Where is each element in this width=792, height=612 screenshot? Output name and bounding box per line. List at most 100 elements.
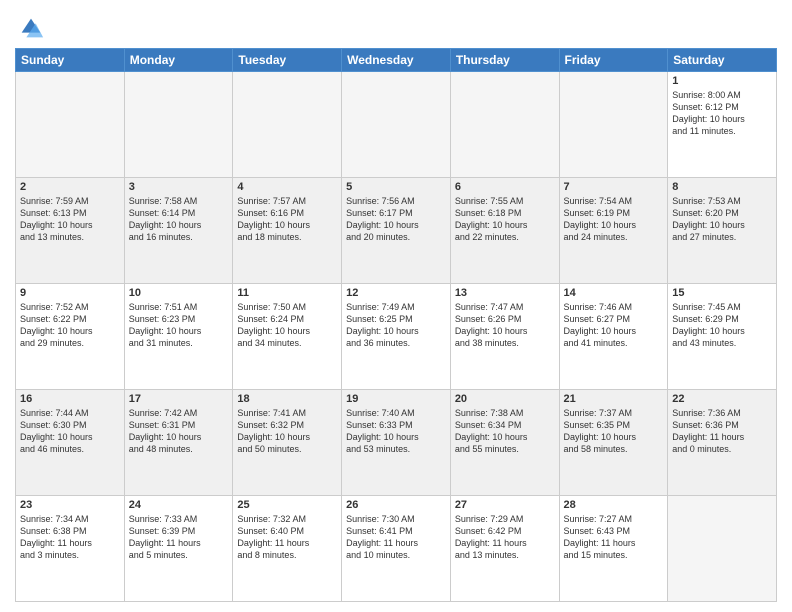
logo-icon [17, 14, 45, 42]
calendar-cell: 15Sunrise: 7:45 AM Sunset: 6:29 PM Dayli… [668, 284, 777, 390]
day-info: Sunrise: 7:47 AM Sunset: 6:26 PM Dayligh… [455, 301, 555, 350]
calendar-cell [450, 72, 559, 178]
calendar-cell [233, 72, 342, 178]
col-header-thursday: Thursday [450, 49, 559, 72]
day-info: Sunrise: 7:32 AM Sunset: 6:40 PM Dayligh… [237, 513, 337, 562]
calendar-cell [124, 72, 233, 178]
day-info: Sunrise: 7:42 AM Sunset: 6:31 PM Dayligh… [129, 407, 229, 456]
calendar-cell: 4 Sunrise: 7:57 AM Sunset: 6:16 PM Daylig… [233, 178, 342, 284]
day-number: 6 [455, 181, 555, 193]
day-number: 7 [564, 181, 664, 193]
day-info: Sunrise: 7:27 AM Sunset: 6:43 PM Dayligh… [564, 513, 664, 562]
calendar-cell [342, 72, 451, 178]
day-number: 9 [20, 287, 120, 299]
calendar-cell [668, 496, 777, 602]
day-number: 25 [237, 499, 337, 511]
day-number: 19 [346, 393, 446, 405]
day-info: Sunrise: 7:38 AM Sunset: 6:34 PM Dayligh… [455, 407, 555, 456]
calendar-cell: 28 Sunrise: 7:27 AM Sunset: 6:43 PM Dayli… [559, 496, 668, 602]
calendar-table: SundayMondayTuesdayWednesdayThursdayFrid… [15, 48, 777, 602]
calendar-cell: 10 Sunrise: 7:51 AM Sunset: 6:23 PM Dayli… [124, 284, 233, 390]
day-number: 27 [455, 499, 555, 511]
col-header-saturday: Saturday [668, 49, 777, 72]
day-number: 1 [672, 75, 772, 87]
day-info: Sunrise: 7:52 AM Sunset: 6:22 PM Dayligh… [20, 301, 120, 350]
day-info: Sunrise: 7:40 AM Sunset: 6:33 PM Dayligh… [346, 407, 446, 456]
day-number: 11 [237, 287, 337, 299]
calendar-cell: 16 Sunrise: 7:44 AM Sunset: 6:30 PM Dayli… [16, 390, 125, 496]
day-number: 13 [455, 287, 555, 299]
day-info: Sunrise: 7:29 AM Sunset: 6:42 PM Dayligh… [455, 513, 555, 562]
calendar-cell: 17Sunrise: 7:42 AM Sunset: 6:31 PM Dayli… [124, 390, 233, 496]
day-number: 4 [237, 181, 337, 193]
day-info: Sunrise: 7:37 AM Sunset: 6:35 PM Dayligh… [564, 407, 664, 456]
day-info: Sunrise: 7:34 AM Sunset: 6:38 PM Dayligh… [20, 513, 120, 562]
day-number: 12 [346, 287, 446, 299]
day-info: Sunrise: 7:56 AM Sunset: 6:17 PM Dayligh… [346, 195, 446, 244]
calendar-week-2: 9 Sunrise: 7:52 AM Sunset: 6:22 PM Daylig… [16, 284, 777, 390]
day-info: Sunrise: 7:53 AM Sunset: 6:20 PM Dayligh… [672, 195, 772, 244]
day-info: Sunrise: 7:41 AM Sunset: 6:32 PM Dayligh… [237, 407, 337, 456]
calendar-week-3: 16 Sunrise: 7:44 AM Sunset: 6:30 PM Dayli… [16, 390, 777, 496]
col-header-sunday: Sunday [16, 49, 125, 72]
day-number: 18 [237, 393, 337, 405]
day-info: Sunrise: 7:30 AM Sunset: 6:41 PM Dayligh… [346, 513, 446, 562]
page: SundayMondayTuesdayWednesdayThursdayFrid… [0, 0, 792, 612]
calendar-cell: 26 Sunrise: 7:30 AM Sunset: 6:41 PM Dayli… [342, 496, 451, 602]
calendar-cell: 3 Sunrise: 7:58 AM Sunset: 6:14 PM Daylig… [124, 178, 233, 284]
calendar-cell: 18 Sunrise: 7:41 AM Sunset: 6:32 PM Dayli… [233, 390, 342, 496]
col-header-tuesday: Tuesday [233, 49, 342, 72]
calendar-cell: 23 Sunrise: 7:34 AM Sunset: 6:38 PM Dayli… [16, 496, 125, 602]
calendar-week-4: 23 Sunrise: 7:34 AM Sunset: 6:38 PM Dayli… [16, 496, 777, 602]
day-info: Sunrise: 7:50 AM Sunset: 6:24 PM Dayligh… [237, 301, 337, 350]
day-info: Sunrise: 7:57 AM Sunset: 6:16 PM Dayligh… [237, 195, 337, 244]
calendar-cell: 5 Sunrise: 7:56 AM Sunset: 6:17 PM Daylig… [342, 178, 451, 284]
day-number: 22 [672, 393, 772, 405]
day-number: 2 [20, 181, 120, 193]
day-number: 8 [672, 181, 772, 193]
day-number: 23 [20, 499, 120, 511]
day-number: 20 [455, 393, 555, 405]
calendar-cell: 13 Sunrise: 7:47 AM Sunset: 6:26 PM Dayli… [450, 284, 559, 390]
day-info: Sunrise: 7:46 AM Sunset: 6:27 PM Dayligh… [564, 301, 664, 350]
day-info: Sunrise: 7:54 AM Sunset: 6:19 PM Dayligh… [564, 195, 664, 244]
header [15, 10, 777, 42]
calendar-header-row: SundayMondayTuesdayWednesdayThursdayFrid… [16, 49, 777, 72]
day-info: Sunrise: 7:51 AM Sunset: 6:23 PM Dayligh… [129, 301, 229, 350]
day-number: 28 [564, 499, 664, 511]
col-header-monday: Monday [124, 49, 233, 72]
calendar-cell [559, 72, 668, 178]
day-info: Sunrise: 7:44 AM Sunset: 6:30 PM Dayligh… [20, 407, 120, 456]
day-number: 24 [129, 499, 229, 511]
calendar-cell: 1 Sunrise: 8:00 AM Sunset: 6:12 PM Daylig… [668, 72, 777, 178]
calendar-cell: 12 Sunrise: 7:49 AM Sunset: 6:25 PM Dayli… [342, 284, 451, 390]
calendar-cell: 8 Sunrise: 7:53 AM Sunset: 6:20 PM Daylig… [668, 178, 777, 284]
calendar-week-0: 1 Sunrise: 8:00 AM Sunset: 6:12 PM Daylig… [16, 72, 777, 178]
calendar-cell: 2Sunrise: 7:59 AM Sunset: 6:13 PM Daylig… [16, 178, 125, 284]
day-info: Sunrise: 7:45 AM Sunset: 6:29 PM Dayligh… [672, 301, 772, 350]
day-info: Sunrise: 8:00 AM Sunset: 6:12 PM Dayligh… [672, 89, 772, 138]
calendar-cell: 7 Sunrise: 7:54 AM Sunset: 6:19 PM Daylig… [559, 178, 668, 284]
day-number: 10 [129, 287, 229, 299]
day-info: Sunrise: 7:49 AM Sunset: 6:25 PM Dayligh… [346, 301, 446, 350]
calendar-cell: 19 Sunrise: 7:40 AM Sunset: 6:33 PM Dayli… [342, 390, 451, 496]
calendar-cell [16, 72, 125, 178]
calendar-cell: 11 Sunrise: 7:50 AM Sunset: 6:24 PM Dayli… [233, 284, 342, 390]
day-number: 3 [129, 181, 229, 193]
day-number: 21 [564, 393, 664, 405]
calendar-week-1: 2Sunrise: 7:59 AM Sunset: 6:13 PM Daylig… [16, 178, 777, 284]
day-info: Sunrise: 7:58 AM Sunset: 6:14 PM Dayligh… [129, 195, 229, 244]
calendar-cell: 25 Sunrise: 7:32 AM Sunset: 6:40 PM Dayli… [233, 496, 342, 602]
calendar-cell: 24 Sunrise: 7:33 AM Sunset: 6:39 PM Dayli… [124, 496, 233, 602]
day-number: 5 [346, 181, 446, 193]
calendar-cell: 27 Sunrise: 7:29 AM Sunset: 6:42 PM Dayli… [450, 496, 559, 602]
day-number: 16 [20, 393, 120, 405]
calendar-cell: 14Sunrise: 7:46 AM Sunset: 6:27 PM Dayli… [559, 284, 668, 390]
logo [15, 14, 45, 42]
calendar-cell: 22Sunrise: 7:36 AM Sunset: 6:36 PM Dayli… [668, 390, 777, 496]
col-header-wednesday: Wednesday [342, 49, 451, 72]
day-number: 26 [346, 499, 446, 511]
calendar-cell: 20 Sunrise: 7:38 AM Sunset: 6:34 PM Dayli… [450, 390, 559, 496]
calendar-cell: 21 Sunrise: 7:37 AM Sunset: 6:35 PM Dayli… [559, 390, 668, 496]
day-info: Sunrise: 7:33 AM Sunset: 6:39 PM Dayligh… [129, 513, 229, 562]
